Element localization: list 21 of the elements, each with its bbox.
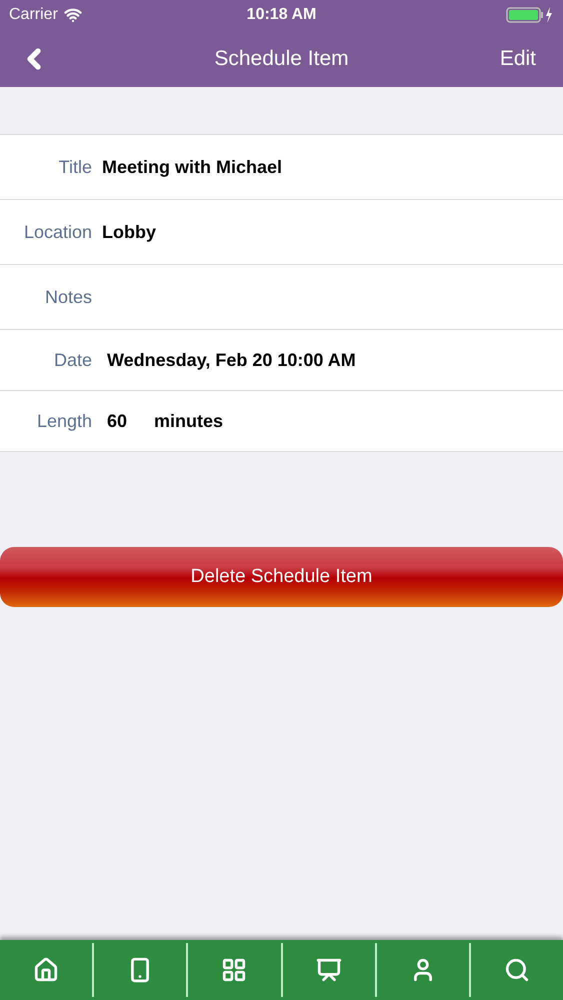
- wifi-icon: [64, 6, 82, 24]
- delete-button[interactable]: Delete Schedule Item: [0, 547, 563, 607]
- field-value: Wednesday, Feb 20 10:00 AM: [107, 348, 356, 372]
- field-label: Date: [52, 348, 92, 372]
- grid-icon: [221, 957, 248, 983]
- field-label: Length: [36, 410, 92, 433]
- search-icon: [504, 957, 530, 983]
- field-label: Notes: [44, 286, 92, 308]
- battery-icon: [506, 6, 554, 24]
- home-icon: [33, 957, 60, 983]
- unit-label: minutes: [154, 410, 224, 432]
- edit-button[interactable]: Edit: [500, 42, 536, 74]
- field-label: Title: [58, 156, 92, 178]
- field-value: 60: [107, 410, 128, 432]
- field-value: Meeting with Michael: [102, 156, 282, 179]
- status-time: 10:18 AM: [246, 5, 316, 25]
- easel-board-icon: [316, 957, 342, 983]
- field-label: Location: [22, 220, 92, 244]
- carrier-label: Carrier: [9, 5, 58, 25]
- screen-title: Schedule Item: [214, 46, 349, 72]
- field-value: Lobby: [102, 220, 156, 244]
